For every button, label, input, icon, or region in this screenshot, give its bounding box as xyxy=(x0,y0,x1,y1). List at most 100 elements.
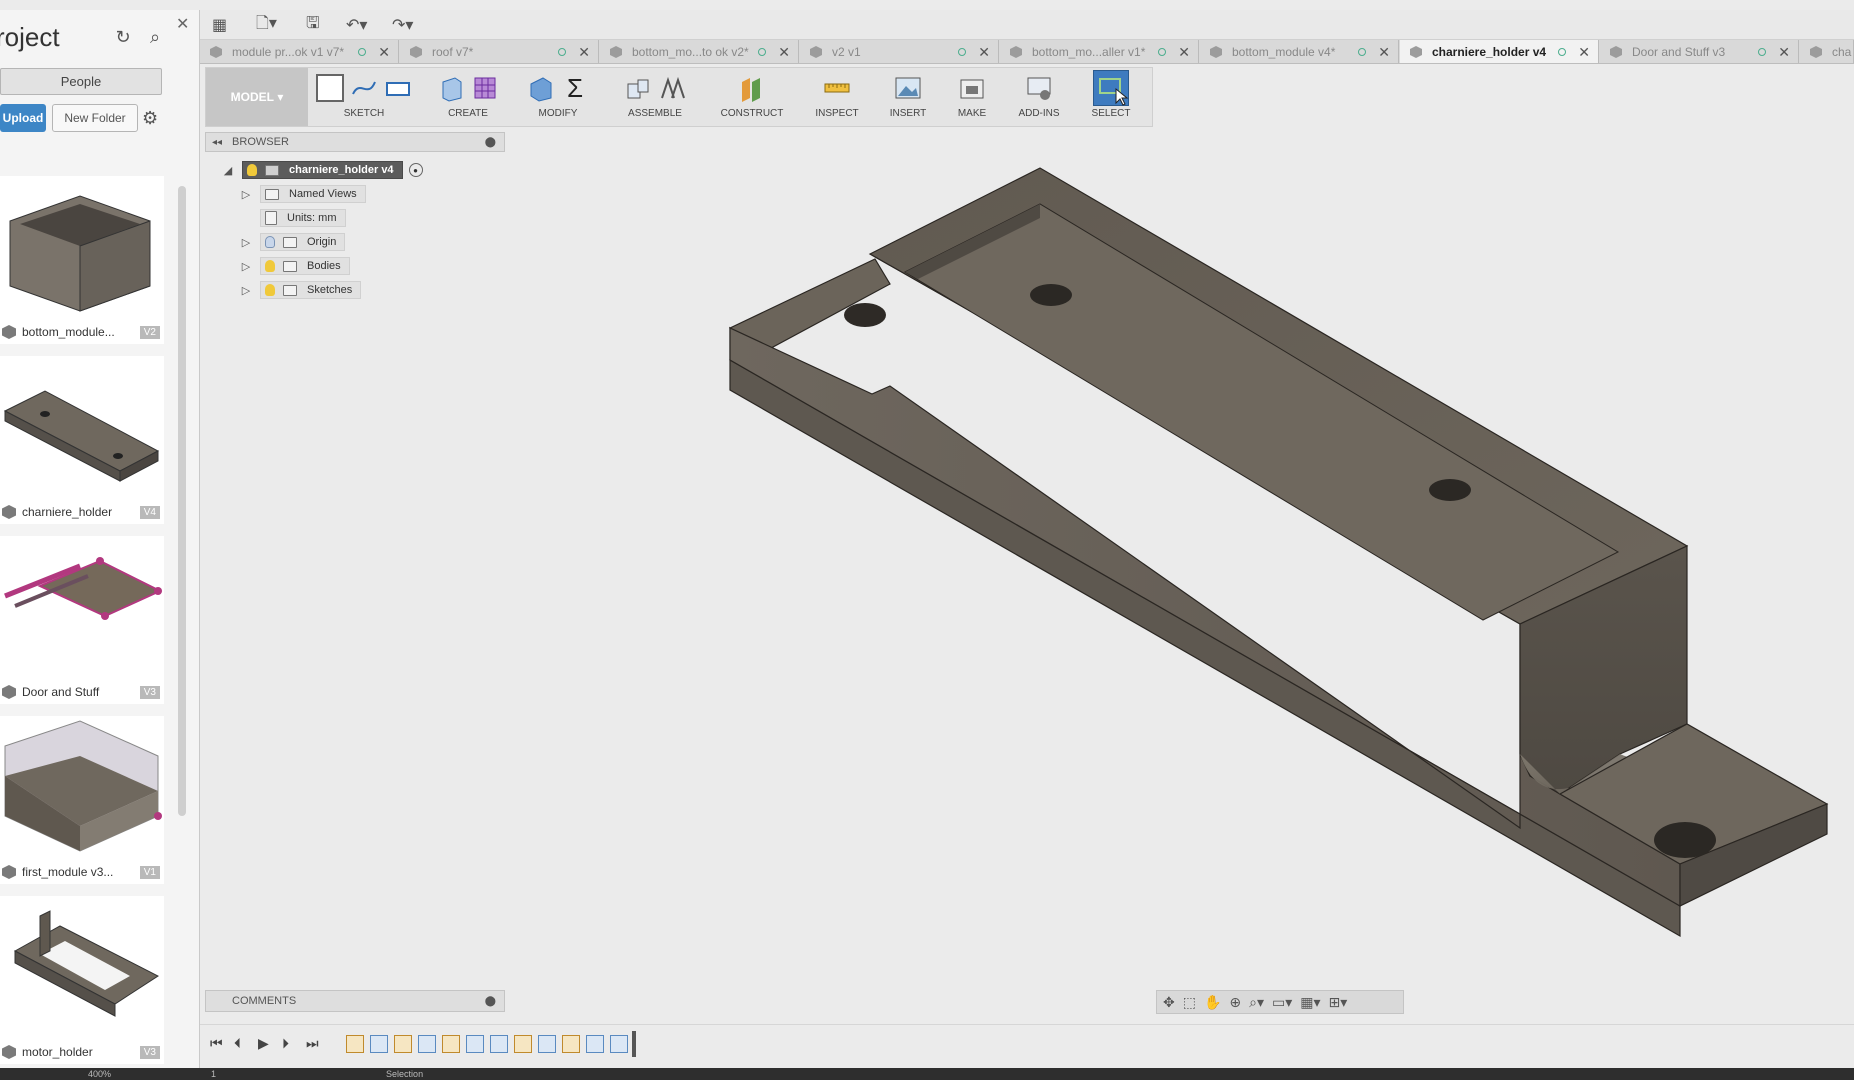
gear-icon[interactable]: ⚙ xyxy=(142,108,158,129)
fit-icon[interactable]: ⌕▾ xyxy=(1249,994,1264,1011)
close-tab-icon[interactable]: ✕ xyxy=(378,44,390,61)
visibility-bulb-icon[interactable] xyxy=(247,164,257,176)
file-card[interactable]: first_module v3... V1 xyxy=(0,716,164,884)
file-card[interactable]: charniere_holder V4 xyxy=(0,356,164,524)
display-settings-icon[interactable]: ▭▾ xyxy=(1272,994,1292,1011)
visibility-bulb-icon[interactable] xyxy=(265,260,275,272)
close-tab-icon[interactable]: ✕ xyxy=(778,44,790,61)
spline-icon[interactable] xyxy=(350,74,378,102)
press-pull-icon[interactable] xyxy=(527,74,555,102)
measure-icon[interactable] xyxy=(823,74,851,102)
document-tab[interactable]: Door and Stuff v3 ✕ xyxy=(1600,40,1799,63)
form-icon[interactable] xyxy=(471,74,499,102)
timeline-extrude-feature[interactable] xyxy=(418,1035,436,1053)
3d-viewport[interactable] xyxy=(200,64,1854,1024)
timeline-extrude-feature[interactable] xyxy=(538,1035,556,1053)
save-icon[interactable]: 🖫 xyxy=(306,15,320,35)
file-menu-icon[interactable]: 🗋▾ xyxy=(256,15,277,35)
create-sketch-icon[interactable] xyxy=(316,74,344,102)
step-forward-icon[interactable]: ⏵ xyxy=(282,1035,289,1052)
search-icon[interactable]: ⌕ xyxy=(144,26,166,48)
document-tab[interactable]: bottom_mo...aller v1* ✕ xyxy=(1000,40,1199,63)
3d-print-icon[interactable] xyxy=(958,74,986,102)
select-icon[interactable] xyxy=(1093,70,1129,106)
timeline-fillet-feature[interactable] xyxy=(490,1035,508,1053)
construct-group[interactable]: CONSTRUCT xyxy=(712,70,792,126)
new-component-icon[interactable] xyxy=(624,74,652,102)
stop-sketch-icon[interactable] xyxy=(384,74,412,102)
close-tab-icon[interactable]: ✕ xyxy=(1578,44,1590,61)
offset-plane-icon[interactable] xyxy=(738,74,766,102)
collapse-arrow-icon[interactable]: ◢ xyxy=(222,164,234,177)
close-tab-icon[interactable]: ✕ xyxy=(1378,44,1390,61)
joint-icon[interactable] xyxy=(658,74,686,102)
new-folder-button[interactable]: New Folder xyxy=(52,104,138,132)
redo-icon[interactable]: ↷▾ xyxy=(392,15,413,35)
visibility-bulb-icon[interactable] xyxy=(265,236,275,248)
scripts-icon[interactable] xyxy=(1025,74,1053,102)
file-card[interactable]: bottom_module... V2 xyxy=(0,176,164,344)
timeline-sketch-feature[interactable] xyxy=(514,1035,532,1053)
grid-settings-icon[interactable]: ▦▾ xyxy=(1300,994,1320,1011)
insert-image-icon[interactable] xyxy=(894,74,922,102)
document-tab[interactable]: roof v7* ✕ xyxy=(400,40,599,63)
workspace-switcher[interactable]: MODEL ▾ xyxy=(206,68,308,126)
browser-node-named-views[interactable]: ▷ Named Views xyxy=(240,184,366,204)
data-panel-grid-icon[interactable]: ▦ xyxy=(212,15,227,35)
close-tab-icon[interactable]: ✕ xyxy=(978,44,990,61)
expand-arrow-icon[interactable]: ▷ xyxy=(240,188,252,201)
go-to-start-icon[interactable]: ⏮ xyxy=(210,1035,223,1052)
modify-group[interactable]: Σ MODIFY xyxy=(518,70,598,126)
sketch-group[interactable]: SKETCH xyxy=(314,70,414,126)
go-to-end-icon[interactable]: ⏭ xyxy=(306,1035,319,1052)
close-icon[interactable]: ✕ xyxy=(176,14,189,34)
pan-icon[interactable]: ✋ xyxy=(1204,994,1221,1011)
document-tab[interactable]: bottom_module v4* ✕ xyxy=(1200,40,1399,63)
zoom-icon[interactable]: ⊕ xyxy=(1229,994,1241,1011)
inspect-group[interactable]: INSPECT xyxy=(802,70,872,126)
visibility-bulb-icon[interactable] xyxy=(265,284,275,296)
viewports-icon[interactable]: ⊞▾ xyxy=(1329,994,1348,1011)
close-tab-icon[interactable]: ✕ xyxy=(1178,44,1190,61)
document-tab[interactable]: bottom_mo...to ok v2* ✕ xyxy=(600,40,799,63)
activate-radio-icon[interactable]: ● xyxy=(408,163,423,177)
timeline-sketch-feature[interactable] xyxy=(442,1035,460,1053)
orbit-icon[interactable]: ✥ xyxy=(1163,994,1175,1011)
timeline-extrude-feature[interactable] xyxy=(586,1035,604,1053)
panel-scrollbar[interactable] xyxy=(178,186,186,816)
timeline-extrude-feature[interactable] xyxy=(466,1035,484,1053)
select-group[interactable]: SELECT xyxy=(1076,70,1146,126)
insert-group[interactable]: INSERT xyxy=(878,70,938,126)
timeline-sketch-feature[interactable] xyxy=(346,1035,364,1053)
make-group[interactable]: MAKE xyxy=(944,70,1000,126)
look-at-icon[interactable]: ⬚ xyxy=(1183,994,1196,1011)
document-tab[interactable]: module pr...ok v1 v7* ✕ xyxy=(200,40,399,63)
browser-node-bodies[interactable]: ▷ Bodies xyxy=(240,256,350,276)
file-card[interactable]: motor_holder V3 xyxy=(0,896,164,1064)
timeline-sketch-feature[interactable] xyxy=(562,1035,580,1053)
collapse-browser-icon[interactable]: ◂◂ xyxy=(212,137,222,148)
create-group[interactable]: CREATE xyxy=(428,70,508,126)
file-card[interactable]: Door and Stuff V3 xyxy=(0,536,164,704)
browser-panel-header[interactable]: ◂◂ BROWSER ⬤ xyxy=(205,132,505,152)
close-tab-icon[interactable]: ✕ xyxy=(1778,44,1790,61)
document-tab[interactable]: v2 v1 ✕ xyxy=(800,40,999,63)
browser-node-units[interactable]: Units: mm xyxy=(260,208,346,228)
browser-node-sketches[interactable]: ▷ Sketches xyxy=(240,280,362,300)
charniere-holder-model[interactable] xyxy=(200,64,1854,1024)
play-icon[interactable]: ▶ xyxy=(258,1035,269,1052)
people-button[interactable]: People xyxy=(0,68,162,95)
refresh-icon[interactable]: ↻ xyxy=(112,26,134,48)
timeline-hole-feature[interactable] xyxy=(610,1035,628,1053)
add-comment-icon[interactable]: ⬤ xyxy=(485,996,496,1007)
timeline-marker[interactable] xyxy=(632,1031,636,1057)
assemble-group[interactable]: ASSEMBLE xyxy=(610,70,700,126)
expand-arrow-icon[interactable]: ▷ xyxy=(240,236,252,249)
document-tab-active[interactable]: charniere_holder v4 ✕ xyxy=(1400,40,1599,63)
browser-options-icon[interactable]: ⬤ xyxy=(485,137,496,148)
parameters-icon[interactable]: Σ xyxy=(561,74,589,102)
add-ins-group[interactable]: ADD-INS xyxy=(1006,70,1072,126)
close-tab-icon[interactable]: ✕ xyxy=(578,44,590,61)
timeline-extrude-feature[interactable] xyxy=(370,1035,388,1053)
extrude-icon[interactable] xyxy=(437,74,465,102)
